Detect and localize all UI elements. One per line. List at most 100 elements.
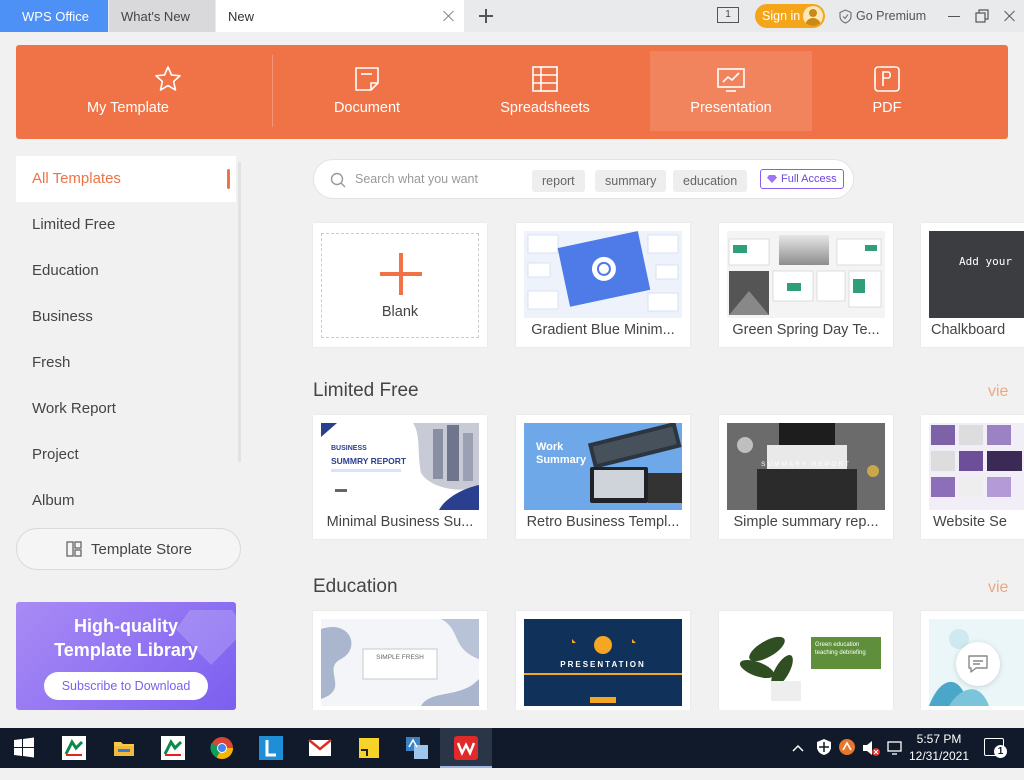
shield-icon	[839, 8, 852, 24]
taskbar-app-icon[interactable]	[62, 736, 86, 760]
tray-app-icon[interactable]	[838, 738, 856, 778]
template-card[interactable]: BUSINESS SUMMRY REPORT Minimal Business …	[313, 415, 487, 539]
sticky-notes-icon[interactable]	[357, 736, 381, 760]
windows-logo-icon	[14, 737, 34, 758]
template-card[interactable]: Green education teaching debriefing	[719, 611, 893, 711]
tab-new[interactable]: New	[216, 0, 464, 32]
template-thumbnail: SUMMARY REPORT	[727, 423, 885, 510]
tab-label: New	[228, 8, 255, 24]
window-count-button[interactable]: 1	[717, 7, 739, 23]
template-card-title: Retro Business Templ...	[526, 514, 680, 530]
category-spreadsheets[interactable]: Spreadsheets	[468, 51, 622, 131]
restore-button[interactable]	[972, 6, 992, 26]
taskbar-app-icon[interactable]	[259, 736, 283, 760]
promo-title-line-1: High-quality	[74, 616, 178, 636]
template-thumbnail: Add your	[929, 231, 1024, 318]
sign-in-button[interactable]: Sign in	[755, 4, 825, 28]
template-card[interactable]: PRESENTATION	[516, 611, 690, 711]
search-placeholder[interactable]: Search what you want	[355, 172, 478, 186]
show-hidden-icons[interactable]	[790, 740, 806, 780]
spreadsheet-icon	[532, 66, 558, 92]
tab-whats-new[interactable]: What's New	[109, 0, 215, 32]
go-premium-label: Go Premium	[856, 9, 927, 23]
thumbnail-caption: Work	[536, 441, 564, 453]
search-chip-summary[interactable]: summary	[595, 170, 667, 192]
sidebar-item-work-report[interactable]: Work Report	[16, 386, 236, 432]
template-card-title: Green Spring Day Te...	[732, 322, 880, 338]
thumbnail-caption: SUMMARY REPORT	[761, 461, 851, 468]
network-icon[interactable]	[886, 739, 904, 779]
category-label: Presentation	[690, 100, 772, 116]
close-window-button[interactable]	[1000, 6, 1020, 26]
search-chip-report[interactable]: report	[532, 170, 585, 192]
promo-banner[interactable]: High-quality Template Library Subscribe …	[16, 602, 236, 710]
category-pdf[interactable]: PDF	[826, 51, 948, 131]
category-label: Spreadsheets	[500, 100, 590, 116]
thumbnail-caption: SIMPLE FRESH	[376, 654, 424, 661]
thumbnail-caption: Add your	[959, 255, 1012, 268]
blank-template-frame: Blank	[321, 233, 479, 338]
template-store-button[interactable]: Template Store	[16, 528, 241, 570]
file-explorer-icon[interactable]	[112, 736, 136, 760]
taskbar-app-icon[interactable]	[161, 736, 185, 760]
view-more-link[interactable]: vie	[988, 579, 1008, 597]
template-card[interactable]: Website Se	[921, 415, 1024, 539]
sidebar-item-album[interactable]: Album	[16, 478, 236, 524]
sign-in-label: Sign in	[762, 9, 801, 23]
tab-label: What's New	[121, 8, 190, 24]
template-thumbnail: PRESENTATION	[524, 619, 682, 706]
avatar-icon	[803, 6, 823, 26]
category-label: Document	[333, 100, 401, 116]
template-card[interactable]: SUMMARY REPORT Simple summary rep...	[719, 415, 893, 539]
template-card-title: Simple summary rep...	[733, 514, 879, 530]
template-card[interactable]: Work Summary Retro Business Templ...	[516, 415, 690, 539]
template-card[interactable]: Add your Chalkboard	[921, 223, 1024, 347]
windows-taskbar: 5:57 PM 12/31/2021 1	[0, 728, 1024, 768]
go-premium-button[interactable]: Go Premium	[838, 0, 926, 32]
template-search-bar[interactable]: Search what you want report summary educ…	[313, 159, 854, 199]
action-center-button[interactable]: 1	[984, 738, 1007, 758]
template-store-label: Template Store	[91, 540, 192, 558]
notification-count-badge: 1	[994, 745, 1007, 758]
tab-wps-office[interactable]: WPS Office	[0, 0, 108, 32]
new-tab-plus-icon[interactable]	[476, 6, 496, 26]
sidebar-scrollbar[interactable]	[238, 162, 241, 462]
thumbnail-caption: Summary	[536, 454, 587, 466]
category-presentation[interactable]: Presentation	[650, 51, 812, 131]
template-thumbnail: SIMPLE FRESH	[321, 619, 479, 706]
sidebar-item-all-templates[interactable]: All Templates	[16, 156, 236, 202]
blank-template-card[interactable]: Blank	[313, 223, 487, 347]
mail-icon[interactable]	[308, 736, 332, 760]
volume-muted-icon[interactable]	[861, 739, 881, 779]
template-card[interactable]: Green Spring Day Te...	[719, 223, 893, 347]
category-document[interactable]: Document	[286, 51, 448, 131]
wps-office-icon[interactable]	[454, 736, 478, 760]
feedback-chat-button[interactable]	[956, 642, 1000, 686]
thumbnail-caption: PRESENTATION	[560, 660, 646, 669]
sidebar-item-fresh[interactable]: Fresh	[16, 340, 236, 386]
tab-label: WPS Office	[22, 8, 89, 24]
translate-icon[interactable]	[405, 736, 429, 760]
start-button[interactable]	[12, 736, 36, 760]
sidebar-item-limited-free[interactable]: Limited Free	[16, 202, 236, 248]
search-chip-education[interactable]: education	[673, 170, 748, 192]
template-thumbnail: BUSINESS SUMMRY REPORT	[321, 423, 479, 510]
subscribe-button[interactable]: Subscribe to Download	[44, 672, 208, 700]
security-shield-icon[interactable]	[815, 738, 833, 778]
taskbar-clock[interactable]: 5:57 PM 12/31/2021	[904, 731, 974, 765]
pdf-icon	[874, 66, 900, 92]
close-tab-icon[interactable]	[442, 9, 456, 23]
template-card[interactable]: SIMPLE FRESH	[313, 611, 487, 711]
template-card[interactable]: Gradient Blue Minim...	[516, 223, 690, 347]
section-title-limited-free: Limited Free	[313, 380, 419, 401]
category-my-template[interactable]: My Template	[56, 51, 280, 131]
chrome-icon[interactable]	[210, 736, 234, 760]
template-thumbnail: Green education teaching debriefing	[727, 619, 885, 706]
sidebar-item-project[interactable]: Project	[16, 432, 236, 478]
sidebar-item-education[interactable]: Education	[16, 248, 236, 294]
full-access-badge[interactable]: Full Access	[760, 169, 844, 189]
minimize-button[interactable]	[944, 6, 964, 26]
clock-time: 5:57 PM	[916, 732, 962, 746]
view-more-link[interactable]: vie	[988, 383, 1008, 401]
sidebar-item-business[interactable]: Business	[16, 294, 236, 340]
